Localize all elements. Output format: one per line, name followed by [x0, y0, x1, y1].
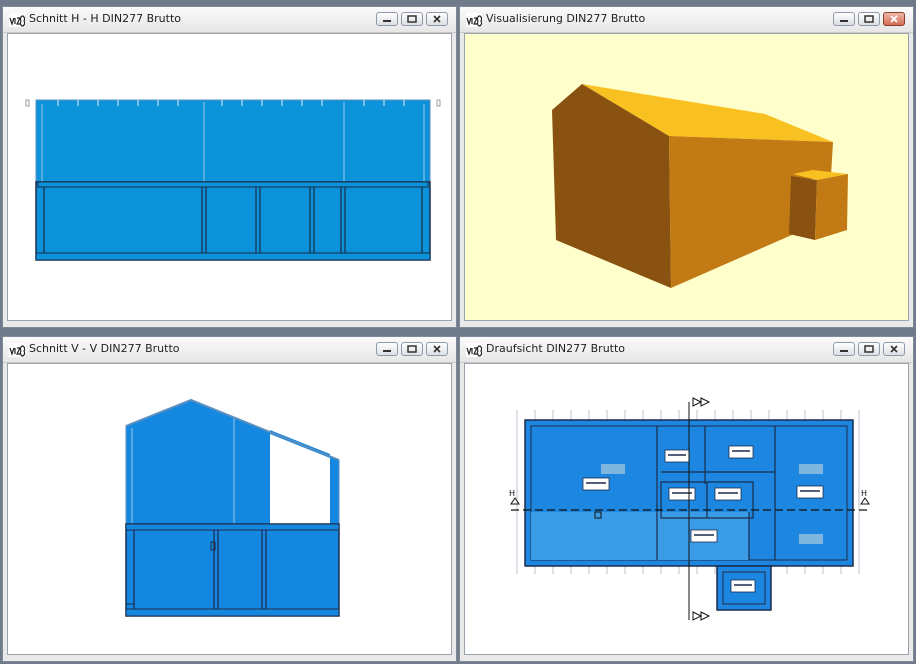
close-button[interactable]: [426, 12, 448, 26]
window-title: Schnitt H - H DIN277 Brutto: [29, 12, 181, 25]
maximize-icon: [864, 345, 874, 353]
3d-model: [552, 84, 848, 288]
close-button[interactable]: [883, 342, 905, 356]
window-title: Draufsicht DIN277 Brutto: [486, 342, 626, 355]
3d-viewport[interactable]: [464, 33, 909, 321]
minimize-icon: [383, 350, 391, 352]
close-icon: [890, 15, 898, 23]
vizo-app-icon: [9, 13, 25, 27]
section-label-h-right: H: [861, 489, 867, 498]
section-h-drawing: [25, 99, 441, 261]
minimize-icon: [840, 20, 848, 22]
section-h-canvas[interactable]: [7, 33, 452, 321]
close-icon: [433, 15, 441, 23]
vizo-app-icon: [9, 343, 25, 357]
window-title: Schnitt V - V DIN277 Brutto: [29, 342, 180, 355]
window-section-v[interactable]: Schnitt V - V DIN277 Brutto: [2, 336, 457, 662]
section-v-drawing: [125, 398, 340, 617]
close-icon: [890, 345, 898, 353]
minimize-button[interactable]: [833, 12, 855, 26]
maximize-icon: [407, 15, 417, 23]
minimize-button[interactable]: [376, 342, 398, 356]
maximize-icon: [864, 15, 874, 23]
window-section-h[interactable]: Schnitt H - H DIN277 Brutto: [2, 6, 457, 328]
minimize-icon: [383, 20, 391, 22]
maximize-button[interactable]: [401, 342, 423, 356]
titlebar[interactable]: Schnitt V - V DIN277 Brutto: [3, 337, 456, 363]
minimize-button[interactable]: [833, 342, 855, 356]
maximize-button[interactable]: [858, 342, 880, 356]
plan-drawing: H H: [509, 397, 870, 621]
window-visualization[interactable]: Visualisierung DIN277 Brutto: [459, 6, 914, 328]
close-button[interactable]: [426, 342, 448, 356]
maximize-icon: [407, 345, 417, 353]
plan-canvas[interactable]: H H: [464, 363, 909, 655]
maximize-button[interactable]: [401, 12, 423, 26]
titlebar[interactable]: Visualisierung DIN277 Brutto: [460, 7, 913, 33]
close-button[interactable]: [883, 12, 905, 26]
vizo-app-icon: [466, 343, 482, 357]
section-v-canvas[interactable]: [7, 363, 452, 655]
vizo-app-icon: [466, 13, 482, 27]
titlebar[interactable]: Draufsicht DIN277 Brutto: [460, 337, 913, 363]
titlebar[interactable]: Schnitt H - H DIN277 Brutto: [3, 7, 456, 33]
section-label-h-left: H: [509, 489, 515, 498]
maximize-button[interactable]: [858, 12, 880, 26]
minimize-icon: [840, 350, 848, 352]
window-plan[interactable]: Draufsicht DIN277 Brutto H H: [459, 336, 914, 662]
minimize-button[interactable]: [376, 12, 398, 26]
close-icon: [433, 345, 441, 353]
window-title: Visualisierung DIN277 Brutto: [486, 12, 646, 25]
